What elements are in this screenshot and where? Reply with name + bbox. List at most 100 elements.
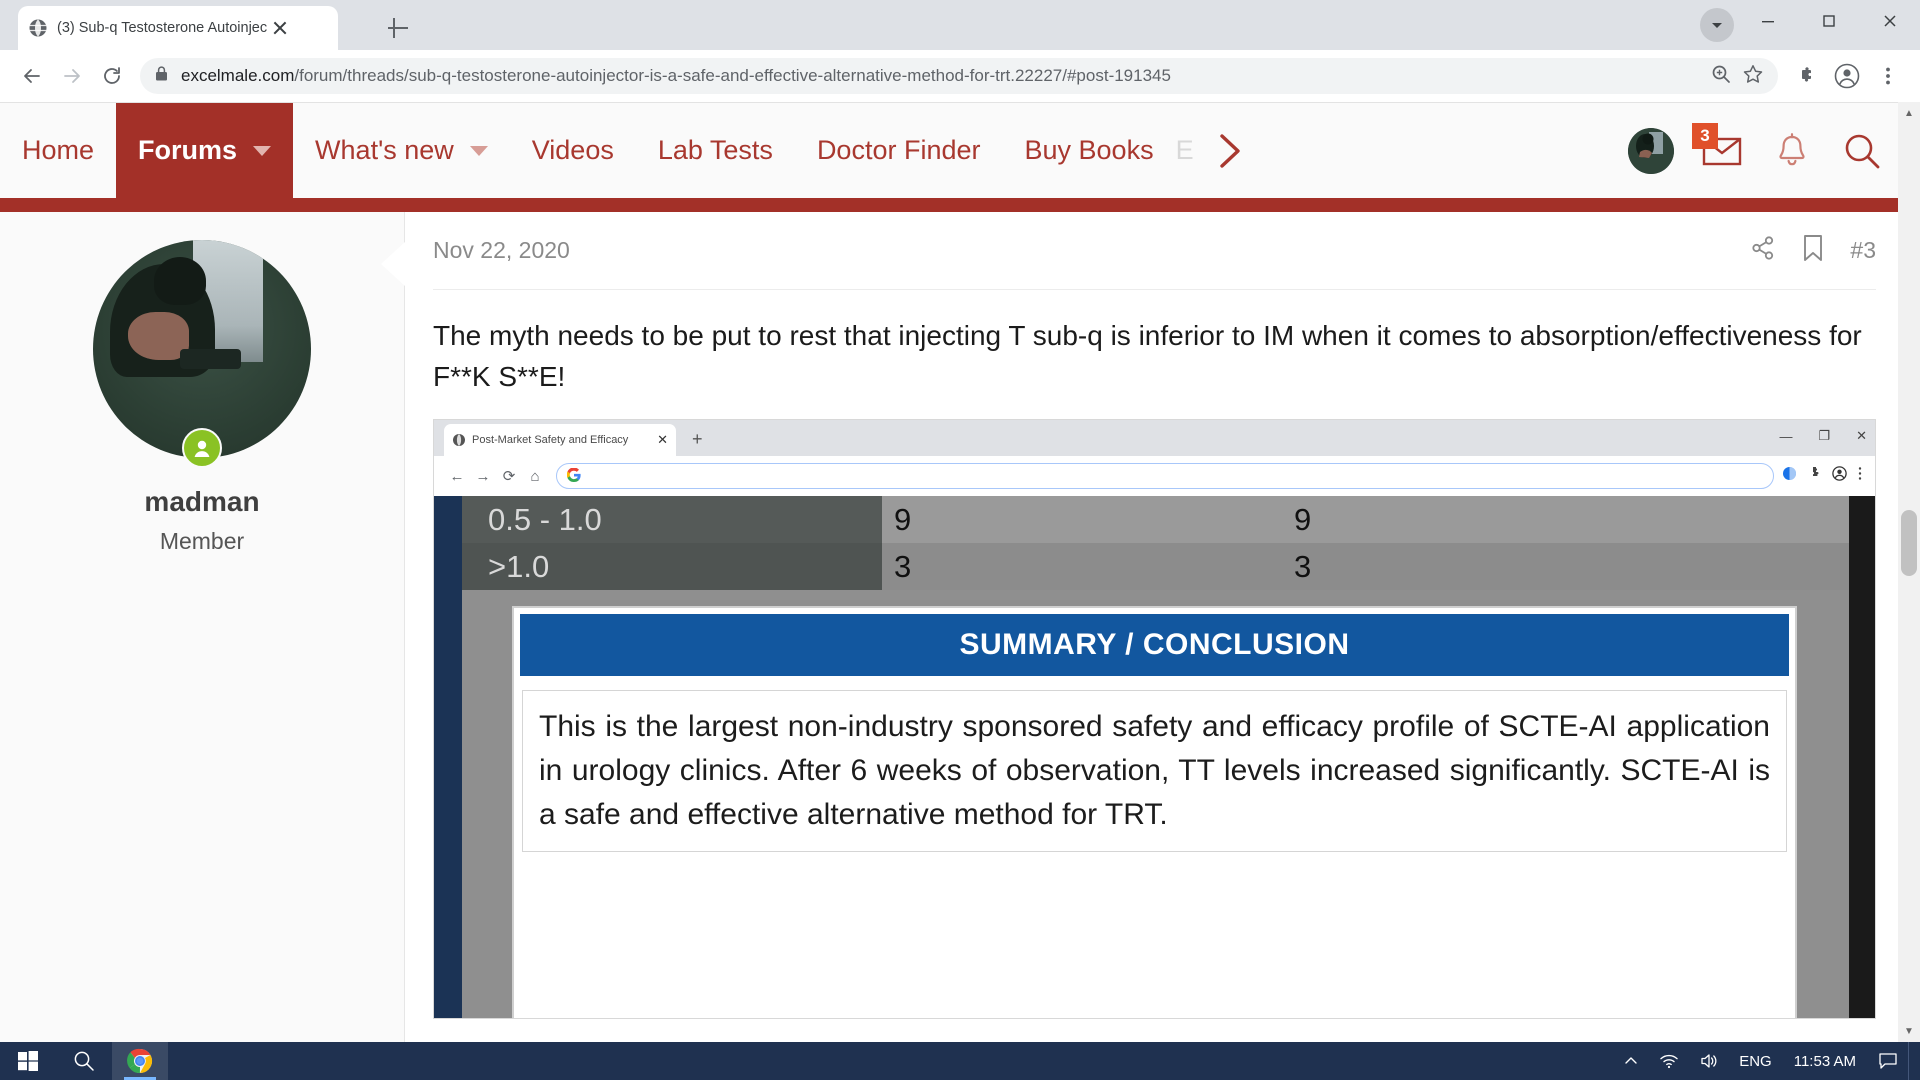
summary-banner-title: SUMMARY / CONCLUSION (520, 614, 1789, 677)
embedded-tabstrip: Post-Market Safety and Efficacy ✕ + — ❐ … (434, 420, 1875, 457)
toolbar-right-actions (1786, 56, 1908, 96)
slide-left-border (434, 496, 462, 1019)
shield-icon (1782, 466, 1797, 486)
browser-window: (3) Sub-q Testosterone Autoinjec excelma… (0, 0, 1920, 1042)
author-avatar[interactable] (93, 240, 311, 468)
browser-tab[interactable]: (3) Sub-q Testosterone Autoinjec (18, 6, 338, 50)
nav-overflow-arrow[interactable] (1198, 103, 1260, 198)
window-profile-button[interactable] (1700, 8, 1734, 42)
account-icon[interactable] (1830, 59, 1864, 93)
url-path: /forum/threads/sub-q-testosterone-autoin… (294, 66, 1171, 85)
nav-item-lab-tests[interactable]: Lab Tests (636, 103, 795, 198)
page-scrollbar[interactable]: ▲ ▼ (1898, 102, 1920, 1042)
post-date[interactable]: Nov 22, 2020 (433, 237, 570, 264)
system-tray: ENG 11:53 AM (1613, 1042, 1920, 1080)
windows-taskbar: ENG 11:53 AM (0, 1042, 1920, 1080)
author-title: Member (159, 528, 245, 554)
table-cell-label: 0.5 - 1.0 (462, 496, 882, 544)
embedded-screenshot-image[interactable]: Post-Market Safety and Efficacy ✕ + — ❐ … (433, 419, 1876, 1020)
zoom-magnifier-icon[interactable] (1710, 63, 1732, 90)
embedded-page-content: 0.5 - 1.0 9 9 >1.0 3 3 SUMMARY / CONCLUS… (434, 496, 1875, 1019)
slide-right-border (1849, 496, 1875, 1019)
nav-item-forums[interactable]: Forums (116, 103, 294, 198)
post-container: madman Member Nov 22, 2020 #3 The myth n… (0, 212, 1920, 1042)
search-icon[interactable] (56, 1042, 112, 1080)
maximize-button[interactable] (1798, 0, 1859, 42)
author-name[interactable]: madman (144, 486, 259, 518)
forward-button[interactable] (52, 56, 92, 96)
inbox-button[interactable]: 3 (1692, 122, 1744, 173)
close-icon: ✕ (1856, 428, 1867, 444)
wifi-icon[interactable] (1649, 1042, 1689, 1080)
globe-icon (28, 18, 48, 38)
post-content: Nov 22, 2020 #3 The myth needs to be put… (405, 212, 1920, 1042)
post-arrow-notch (381, 242, 405, 286)
nav-item-buy-books[interactable]: Buy Books (1003, 103, 1176, 198)
tray-expand-icon[interactable] (1613, 1042, 1649, 1080)
chevron-down-icon (469, 145, 488, 156)
nav-item-whats-new[interactable]: What's new (293, 103, 510, 198)
puzzle-icon[interactable] (1786, 56, 1826, 96)
table-row: 0.5 - 1.0 9 9 (462, 496, 1849, 544)
forum-nav-right: 3 (1628, 103, 1920, 198)
embedded-new-tab: + (692, 429, 703, 450)
search-button[interactable] (1840, 129, 1884, 173)
avatar[interactable] (1628, 127, 1674, 174)
reload-icon: ⟳ (502, 468, 516, 486)
chevron-down-icon (253, 145, 272, 156)
puzzle-icon (1807, 466, 1822, 486)
web-page: Home Forums What's new Videos Lab Tests … (0, 102, 1920, 1042)
chrome-icon[interactable] (112, 1042, 168, 1080)
omnibox-actions (1710, 63, 1764, 90)
nav-item-videos[interactable]: Videos (510, 103, 636, 198)
online-status-icon (182, 428, 222, 468)
post-header: Nov 22, 2020 #3 (405, 212, 1920, 267)
minimize-button[interactable] (1737, 0, 1798, 42)
notification-icon[interactable] (1868, 1042, 1908, 1080)
embedded-tab-title: Post-Market Safety and Efficacy (472, 434, 629, 447)
nav-item-doctor-finder[interactable]: Doctor Finder (795, 103, 1003, 198)
star-icon[interactable] (1742, 63, 1764, 90)
embedded-browser-tab: Post-Market Safety and Efficacy ✕ (444, 424, 676, 457)
scroll-up-arrow[interactable]: ▲ (1898, 102, 1920, 124)
table-cell-value: 3 (882, 543, 1282, 591)
close-window-button[interactable] (1859, 0, 1920, 42)
nav-item-home[interactable]: Home (0, 103, 116, 198)
nav-label: Videos (531, 135, 614, 165)
language-indicator[interactable]: ENG (1729, 1042, 1782, 1080)
nav-label: Buy Books (1024, 135, 1154, 165)
forum-nav-underline (0, 198, 1920, 212)
forum-navbar: Home Forums What's new Videos Lab Tests … (0, 102, 1920, 198)
close-icon[interactable] (269, 17, 291, 39)
url-host: excelmale.com (181, 66, 295, 85)
globe-icon (452, 433, 466, 447)
mail-badge-count: 3 (1692, 122, 1718, 149)
nav-label: Doctor Finder (816, 135, 981, 165)
share-icon[interactable] (1750, 235, 1776, 266)
kebab-menu-icon[interactable] (1868, 56, 1908, 96)
maximize-icon: ❐ (1818, 428, 1831, 444)
embedded-address-bar (556, 463, 1774, 490)
new-tab-button[interactable] (384, 14, 412, 42)
summary-slide: SUMMARY / CONCLUSION This is the largest… (512, 606, 1797, 1019)
embedded-toolbar-right (1782, 466, 1865, 486)
clock[interactable]: 11:53 AM (1782, 1053, 1868, 1070)
bookmark-icon[interactable] (1802, 234, 1824, 267)
scrollbar-thumb[interactable] (1901, 510, 1917, 576)
scroll-down-arrow[interactable]: ▼ (1898, 1020, 1920, 1042)
reload-button[interactable] (92, 56, 132, 96)
browser-tab-title: (3) Sub-q Testosterone Autoinjec (57, 20, 268, 36)
browser-toolbar: excelmale.com/forum/threads/sub-q-testos… (0, 50, 1920, 102)
table-cell-label: >1.0 (462, 543, 882, 591)
alerts-button[interactable] (1770, 129, 1814, 173)
volume-icon[interactable] (1689, 1042, 1729, 1080)
windows-logo-icon[interactable] (0, 1042, 56, 1080)
forward-icon: → (475, 467, 491, 485)
address-bar[interactable]: excelmale.com/forum/threads/sub-q-testos… (140, 58, 1778, 94)
back-button[interactable] (12, 56, 52, 96)
nav-item-truncated[interactable]: E (1176, 103, 1198, 198)
post-number[interactable]: #3 (1850, 237, 1876, 264)
post-author-sidebar: madman Member (0, 212, 405, 1042)
nav-label: Home (22, 135, 95, 165)
show-desktop-button[interactable] (1908, 1042, 1916, 1080)
